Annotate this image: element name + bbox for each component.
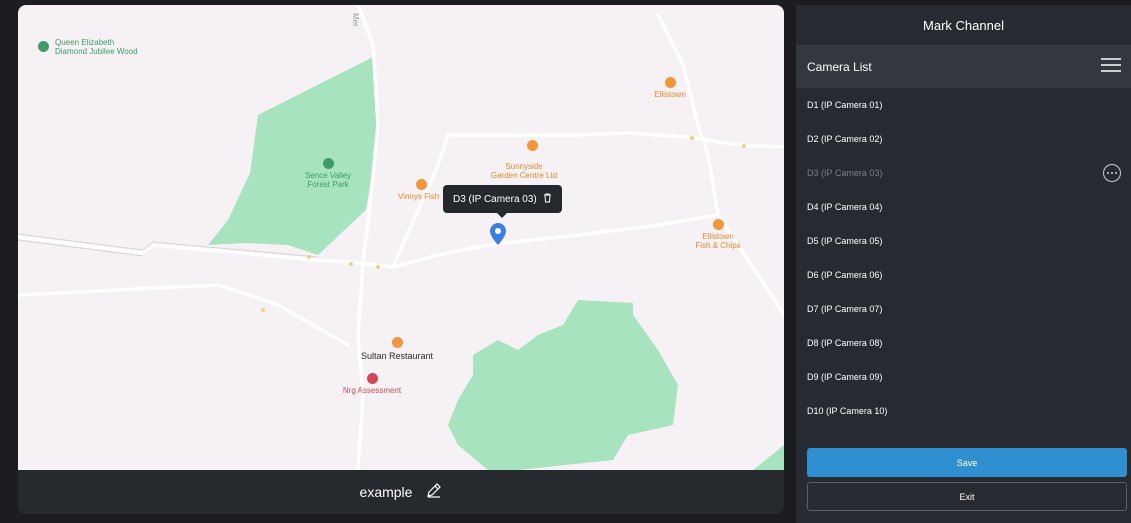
road-marker: [690, 136, 694, 140]
poi-label: Sence Valley Forest Park: [304, 171, 352, 189]
camera-item[interactable]: D6 (IP Camera 06): [796, 258, 1131, 292]
medical-icon: [366, 373, 378, 384]
camera-item[interactable]: D8 (IP Camera 08): [796, 326, 1131, 360]
map-panel: Queen Elizabeth Diamond Jubilee Wood Ell…: [18, 5, 784, 514]
map-canvas[interactable]: Queen Elizabeth Diamond Jubilee Wood Ell…: [18, 5, 784, 470]
park-area: [448, 300, 678, 470]
camera-label: D7 (IP Camera 07): [807, 304, 883, 314]
camera-label: D6 (IP Camera 06): [807, 270, 883, 280]
camera-list: D1 (IP Camera 01) D2 (IP Camera 02) D3 (…: [796, 88, 1131, 428]
park-icon: [322, 158, 334, 169]
poi-ellistown[interactable]: Ellistown: [648, 77, 692, 99]
pencil-icon[interactable]: [426, 482, 442, 503]
camera-item[interactable]: D10 (IP Camera 10): [796, 394, 1131, 428]
camera-label: D4 (IP Camera 04): [807, 202, 883, 212]
camera-label: D2 (IP Camera 02): [807, 134, 883, 144]
poi-label: Ellistown Fish & Chips: [695, 232, 741, 250]
camera-item[interactable]: D3 (IP Camera 03): [796, 156, 1131, 190]
mark-channel-window: Queen Elizabeth Diamond Jubilee Wood Ell…: [0, 0, 1131, 523]
map-name: example: [359, 484, 413, 500]
camera-label: D1 (IP Camera 01): [807, 100, 883, 110]
camera-marker-tooltip: D3 (IP Camera 03): [443, 185, 562, 218]
poi-label: Queen Elizabeth Diamond Jubilee Wood: [55, 38, 138, 56]
poi-ellistown-fish[interactable]: Ellistown Fish & Chips: [690, 219, 746, 250]
camera-item[interactable]: D7 (IP Camera 07): [796, 292, 1131, 326]
poi-label: Sultan Restaurant: [360, 351, 434, 361]
hamburger-menu-icon[interactable]: [1101, 57, 1121, 76]
more-options-icon[interactable]: [1103, 164, 1121, 182]
park-area: [753, 445, 784, 470]
map-base-layer: [18, 5, 784, 470]
road: [486, 213, 720, 247]
poi-vinnys[interactable]: Vinnys Fish: [396, 179, 446, 201]
exit-button[interactable]: Exit: [807, 482, 1127, 511]
camera-item[interactable]: D2 (IP Camera 02): [796, 122, 1131, 156]
restaurant-icon: [664, 77, 676, 88]
camera-item[interactable]: D4 (IP Camera 04): [796, 190, 1131, 224]
camera-item[interactable]: D9 (IP Camera 09): [796, 360, 1131, 394]
camera-label: D10 (IP Camera 10): [807, 406, 888, 416]
poi-label: Vinnys Fish: [398, 192, 440, 201]
map-footer: example: [18, 470, 784, 514]
camera-label: D8 (IP Camera 08): [807, 338, 883, 348]
camera-label: D3 (IP Camera 03): [807, 168, 883, 178]
park-area: [208, 57, 380, 255]
road: [656, 13, 784, 317]
panel-title: Mark Channel: [923, 17, 1004, 33]
road-marker: [742, 144, 746, 148]
save-button[interactable]: Save: [807, 448, 1127, 477]
road-marker: [261, 308, 265, 312]
trash-icon[interactable]: [543, 193, 552, 206]
road: [356, 261, 365, 470]
poi-label: Nrg Assessment: [342, 386, 402, 395]
camera-list-header: Camera List: [796, 45, 1131, 88]
side-panel: Mark Channel Camera List D1 (IP Camera 0…: [796, 5, 1131, 523]
poi-sence-valley[interactable]: Sence Valley Forest Park: [298, 158, 358, 189]
road-marker: [307, 255, 311, 259]
restaurant-icon: [415, 179, 427, 190]
road-marker: [376, 265, 380, 269]
camera-item[interactable]: D1 (IP Camera 01): [796, 88, 1131, 122]
poi-label: Sunnyside Garden Centre Ltd: [490, 162, 558, 180]
restaurant-icon: [391, 337, 403, 348]
poi-label: Ellistown: [654, 90, 686, 99]
map-pin-icon[interactable]: [490, 223, 506, 250]
poi-nrg[interactable]: Nrg Assessment: [336, 373, 408, 395]
restaurant-icon: [527, 140, 539, 151]
road: [18, 283, 350, 347]
poi-sultan[interactable]: Sultan Restaurant: [352, 337, 442, 361]
restaurant-icon: [712, 219, 724, 230]
tooltip-label: D3 (IP Camera 03): [453, 193, 537, 205]
camera-label: D9 (IP Camera 09): [807, 372, 883, 382]
park-icon: [38, 41, 49, 52]
camera-item[interactable]: D5 (IP Camera 05): [796, 224, 1131, 258]
camera-list-title: Camera List: [807, 59, 872, 74]
road-label: Mer: [351, 13, 360, 27]
camera-label: D5 (IP Camera 05): [807, 236, 883, 246]
road-marker: [349, 262, 353, 266]
poi-queen-elizabeth[interactable]: Queen Elizabeth Diamond Jubilee Wood: [38, 38, 138, 56]
